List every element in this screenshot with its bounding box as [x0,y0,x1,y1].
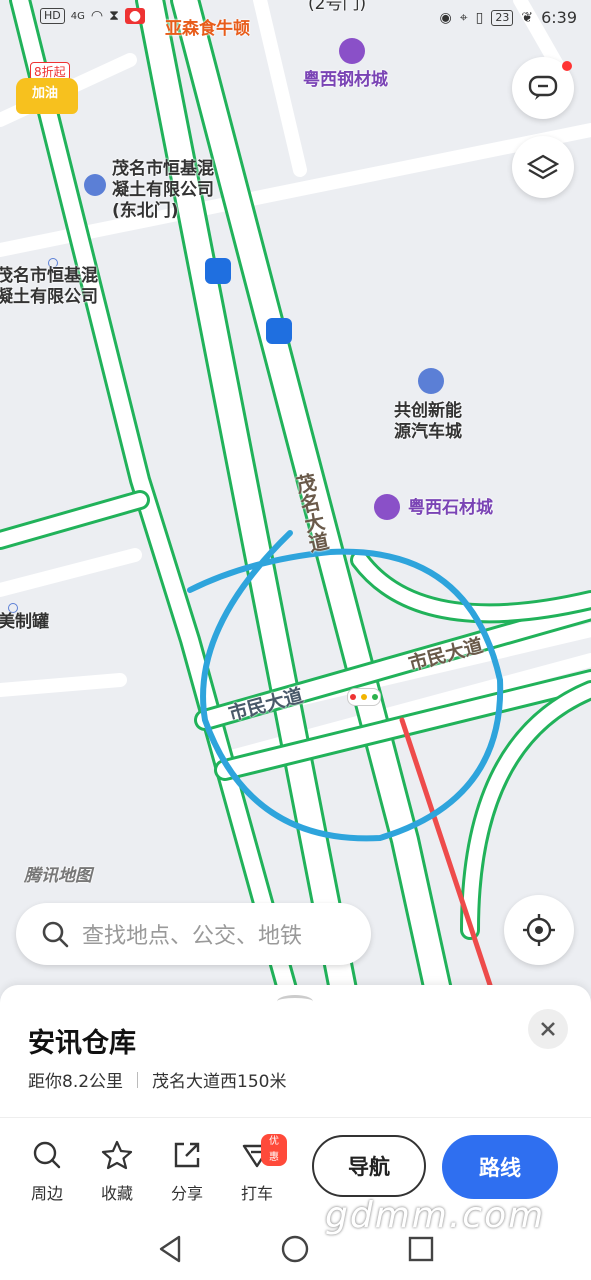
partial-gate-label: (2号门) [308,0,367,14]
wifi-icon: ◠ [90,8,104,24]
place-subtitle: 距你8.2公里 茂名大道西150米 [28,1067,287,1092]
route-button[interactable]: 路线 [442,1135,558,1199]
search-bar[interactable]: 查找地点、公交、地铁 [16,903,371,965]
divider [0,1117,591,1118]
vibrate-icon: ▯ [475,9,484,26]
notification-dot [562,61,572,71]
hd-icon: HD [40,8,65,24]
poi-label[interactable]: 茂名市恒基混 凝土有限公司 (东北门) [112,159,214,222]
search-icon [42,921,69,948]
status-bar: HD 4G ◠ ⧗ ● ◉ ⌖ ▯ 23 ❦ 6:39 [0,0,591,38]
favorite-button[interactable]: 收藏 [87,1138,147,1204]
nearby-button[interactable]: 周边 [17,1138,77,1204]
top-poi-label: 亚森食牛顿 [165,19,250,39]
eye-icon: ◉ [439,9,452,26]
bus-stop-icon[interactable] [205,258,231,284]
battery-icon: 23 [491,9,514,26]
discount-badge: 优惠 [261,1134,287,1166]
gate-icon[interactable] [84,174,106,196]
signal-4g-icon: 4G [70,10,85,22]
poi-label[interactable]: 粤西钢材城 [303,70,388,91]
navigate-button[interactable]: 导航 [312,1135,426,1197]
action-label: 周边 [30,1184,63,1203]
poi-label[interactable]: 共创新能 源汽车城 [394,401,462,443]
clock-time: 6:39 [541,8,577,27]
taxi-button[interactable]: 打车 优惠 [227,1134,287,1204]
layers-button[interactable] [512,136,574,198]
store-icon[interactable] [374,494,400,520]
sheet-handle[interactable] [277,995,313,1008]
hourglass-icon: ⧗ [109,8,119,24]
car-dealer-icon[interactable] [418,368,444,394]
close-icon [541,1022,555,1036]
search-placeholder[interactable]: 查找地点、公交、地铁 [82,918,302,950]
home-icon[interactable] [280,1234,310,1264]
search-icon [33,1141,61,1169]
share-button[interactable]: 分享 [157,1138,217,1204]
bus-stop-icon[interactable] [266,318,292,344]
close-button[interactable] [528,1009,568,1049]
share-icon [174,1142,200,1168]
action-label: 收藏 [100,1184,133,1203]
poi-label[interactable]: 茂名市恒基混 凝土有限公司 [0,266,98,308]
back-icon[interactable] [155,1234,185,1264]
place-title: 安讯仓库 [28,1028,136,1059]
map-view[interactable]: HD 4G ◠ ⧗ ● ◉ ⌖ ▯ 23 ❦ 6:39 (2号门) 亚森食牛顿 … [0,0,591,1000]
map-logo: 腾讯地图 [24,866,92,886]
place-distance: 距你8.2公里 [28,1072,124,1092]
shopping-cart-icon[interactable] [339,38,365,64]
layers-icon [527,154,559,180]
fuel-promo-badge[interactable]: 8折起 加油 [16,62,80,118]
recents-icon[interactable] [406,1234,436,1264]
poi-label[interactable]: 粤西石材城 [408,498,493,519]
place-address: 茂名大道西150米 [152,1072,287,1092]
system-nav-bar [0,1210,591,1280]
chat-icon [528,75,558,100]
chat-button[interactable] [512,57,574,119]
divider [137,1071,139,1088]
action-label: 打车 [240,1184,273,1203]
poi-label[interactable]: 美制罐 [0,612,49,633]
traffic-light-icon [347,688,381,706]
locate-icon [523,914,555,946]
action-label: 分享 [170,1184,203,1203]
star-icon [101,1140,133,1170]
locate-button[interactable] [504,895,574,965]
leaf-icon: ❦ [521,9,534,26]
promo-fuel: 加油 [32,86,59,101]
location-icon: ⌖ [459,9,468,26]
mic-icon: ● [124,8,146,24]
